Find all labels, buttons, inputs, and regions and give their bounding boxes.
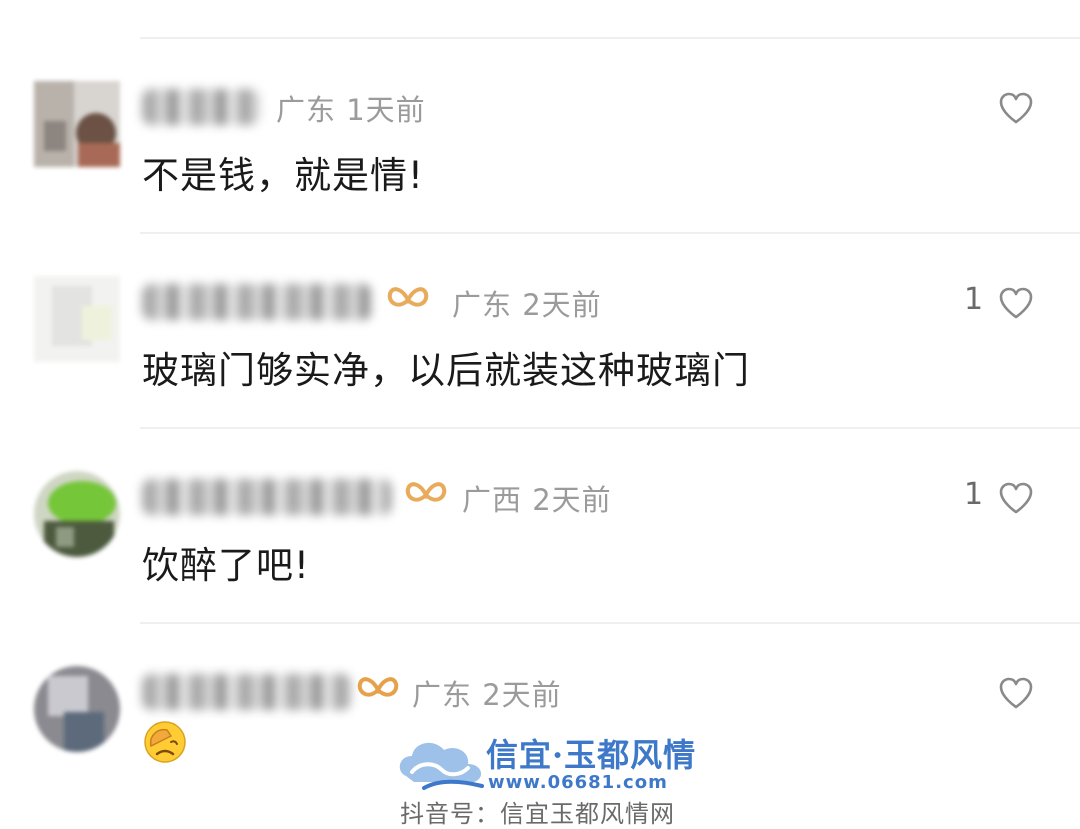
badge-icon (405, 482, 447, 502)
like-count: 1 (964, 282, 984, 317)
comment-location: 广东 (276, 93, 337, 127)
comment-item[interactable]: 广西 2天前 饮醉了吧! 1 (0, 427, 1080, 622)
like-count: 1 (964, 477, 984, 512)
username-blurred[interactable] (142, 674, 352, 710)
comment-meta: 广东 2天前 (452, 282, 602, 324)
comment-time: 2天前 (532, 483, 612, 517)
comment-meta: 广东 1天前 (276, 87, 426, 129)
heart-icon[interactable] (998, 481, 1034, 515)
avatar[interactable] (34, 81, 120, 167)
comment-text[interactable]: 玻璃门够实净，以后就装这种玻璃门 (142, 340, 750, 394)
badge-icon (357, 677, 399, 697)
comment-time: 1天前 (346, 93, 426, 127)
comment-time: 2天前 (522, 288, 602, 322)
comment-location: 广东 (452, 288, 513, 322)
comment-location: 广东 (412, 678, 473, 712)
avatar[interactable] (34, 471, 120, 557)
facepalm-emoji-icon (144, 721, 186, 763)
comment-text[interactable]: 饮醉了吧! (142, 535, 310, 589)
comment-meta: 广西 2天前 (462, 477, 612, 519)
comment-item[interactable]: 广东 2天前 玻璃门够实净，以后就装这种玻璃门 1 (0, 232, 1080, 427)
username-blurred[interactable] (142, 89, 260, 125)
heart-icon[interactable] (998, 676, 1034, 710)
comment-text[interactable]: 不是钱，就是情! (142, 145, 424, 199)
avatar[interactable] (34, 666, 120, 752)
comment-time: 2天前 (482, 678, 562, 712)
comment-item[interactable]: 广东 1天前 不是钱，就是情! (0, 37, 1080, 232)
comment-meta: 广东 2天前 (412, 672, 562, 714)
comment-item[interactable]: 广东 2天前 (0, 622, 1080, 817)
avatar[interactable] (34, 276, 120, 362)
username-blurred[interactable] (142, 284, 372, 320)
comment-location: 广西 (462, 483, 523, 517)
heart-icon[interactable] (998, 286, 1034, 320)
heart-icon[interactable] (998, 91, 1034, 125)
badge-icon (387, 287, 429, 307)
username-blurred[interactable] (142, 479, 392, 515)
